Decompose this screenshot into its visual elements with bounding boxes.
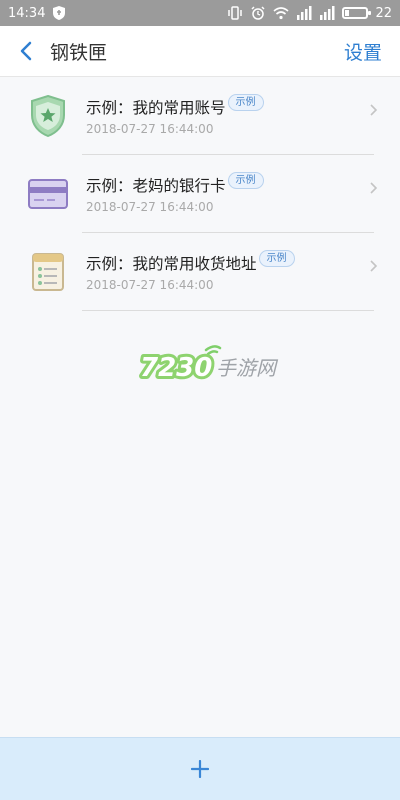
signal-4g-icon <box>297 6 312 20</box>
settings-button[interactable]: 设置 <box>344 38 382 65</box>
status-bar: 14:34 22 <box>0 0 400 26</box>
item-text: 示例：我的常用账号 示例 2018-07-27 16:44:00 <box>86 93 400 136</box>
security-shield-icon <box>53 6 66 20</box>
vibrate-icon <box>228 6 243 20</box>
status-icons: 22 <box>227 0 392 26</box>
watermark-logo: 7230 7230 手游网 <box>137 345 279 386</box>
signal-icon <box>320 6 335 20</box>
battery-icon <box>342 7 372 19</box>
example-badge: 示例 <box>258 249 295 267</box>
plus-icon <box>191 760 209 778</box>
watermark-number: 7230 <box>140 353 212 383</box>
app-header: 钢铁匣 设置 <box>0 26 400 77</box>
chevron-right-icon <box>370 260 378 272</box>
item-timestamp: 2018-07-27 16:44:00 <box>86 278 214 292</box>
address-note-icon <box>26 250 70 294</box>
item-title: 示例：我的常用收货地址 <box>86 255 257 273</box>
chevron-right-icon <box>370 182 378 194</box>
page-title: 钢铁匣 <box>50 41 108 64</box>
item-title-row: 示例：老妈的银行卡 示例 <box>86 171 400 196</box>
list-item[interactable]: 示例：老妈的银行卡 示例 2018-07-27 16:44:00 <box>0 155 400 233</box>
item-title-row: 示例：我的常用收货地址 示例 <box>86 249 400 274</box>
chevron-left-icon <box>20 41 32 61</box>
bottom-bar <box>0 737 400 800</box>
add-button[interactable] <box>180 749 220 789</box>
divider <box>82 310 374 311</box>
item-list: 示例：我的常用账号 示例 2018-07-27 16:44:00 示例：老妈的银… <box>0 77 400 311</box>
example-badge: 示例 <box>227 171 264 189</box>
bank-card-icon <box>26 172 70 216</box>
wifi-icon <box>273 7 289 20</box>
item-text: 示例：我的常用收货地址 示例 2018-07-27 16:44:00 <box>86 249 400 292</box>
alarm-icon <box>251 6 265 20</box>
battery-level-fill <box>345 10 350 16</box>
status-time: 14:34 <box>8 5 46 21</box>
item-title-row: 示例：我的常用账号 示例 <box>86 93 400 118</box>
item-title: 示例：老妈的银行卡 <box>86 177 226 195</box>
watermark-text: 手游网 <box>216 356 279 380</box>
list-item[interactable]: 示例：我的常用收货地址 示例 2018-07-27 16:44:00 <box>0 233 400 311</box>
shield-star-icon <box>26 94 70 138</box>
item-timestamp: 2018-07-27 16:44:00 <box>86 200 214 214</box>
item-title: 示例：我的常用账号 <box>86 99 226 117</box>
back-button[interactable] <box>8 26 44 76</box>
list-item[interactable]: 示例：我的常用账号 示例 2018-07-27 16:44:00 <box>0 77 400 155</box>
example-badge: 示例 <box>227 93 264 111</box>
chevron-right-icon <box>370 104 378 116</box>
battery-percent: 22 <box>375 5 392 21</box>
item-text: 示例：老妈的银行卡 示例 2018-07-27 16:44:00 <box>86 171 400 214</box>
item-timestamp: 2018-07-27 16:44:00 <box>86 122 214 136</box>
